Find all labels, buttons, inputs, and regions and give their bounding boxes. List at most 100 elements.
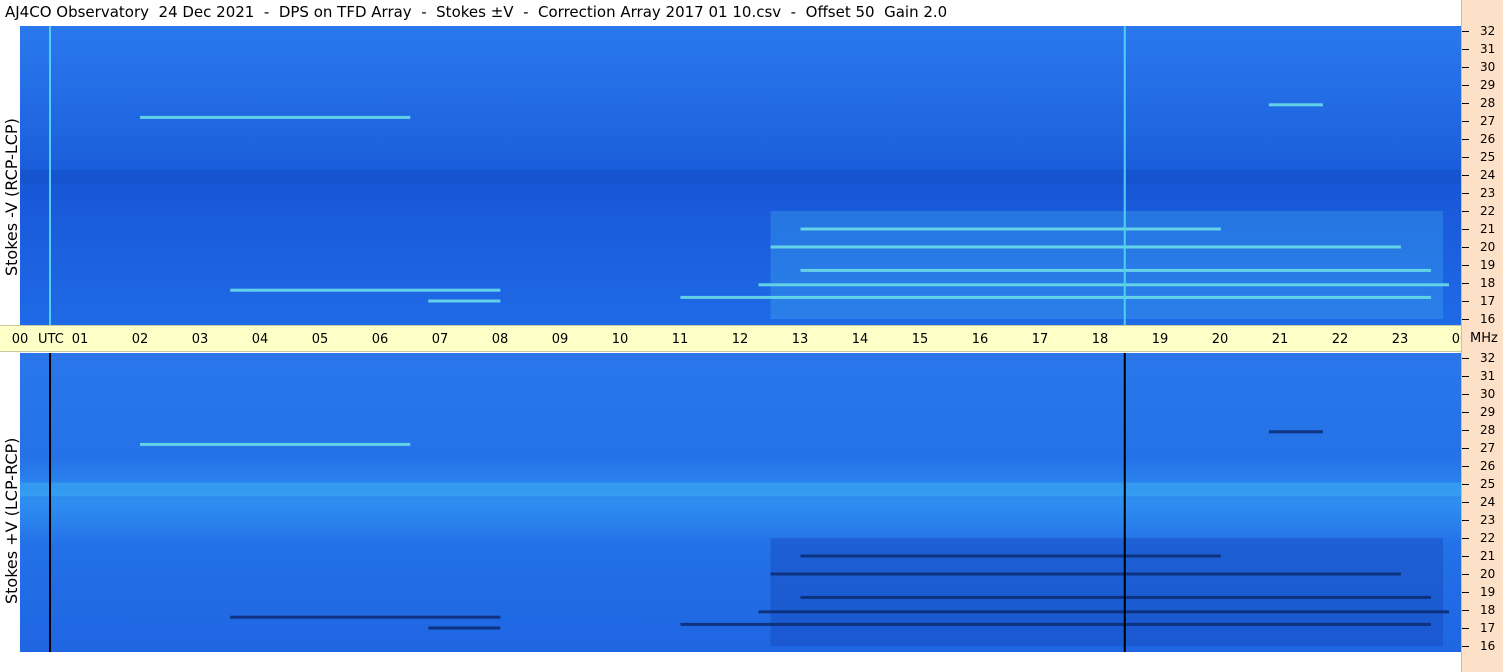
utc-time-axis: UTC 00 01 02 03 04 05 06 07 08 09 10 11 12 13 14 15 16 17… [0,325,1468,352]
emission-band [758,610,1449,614]
frequency-tick-label: 22 [1480,204,1496,218]
utc-hour-label: 18 [1091,332,1109,347]
frequency-tick-label: 17 [1480,621,1496,635]
utc-hour-label: 03 [191,332,209,347]
emission-band [140,115,411,119]
frequency-tick-label: 18 [1480,276,1496,290]
emission-band [800,227,1221,231]
frequency-tick-label: 24 [1480,495,1496,509]
utc-hour-label: 00 [11,332,29,347]
frequency-tick-label: 27 [1480,441,1496,455]
frequency-tick-label: 31 [1480,369,1496,383]
emission-band [758,283,1449,287]
spectrogram-bottom-svg [20,353,1461,652]
emission-band [20,169,1461,184]
utc-hour-label: 21 [1271,332,1289,347]
frequency-tick [1462,394,1469,395]
frequency-tick-label: 24 [1480,168,1496,182]
frequency-tick-label: 20 [1480,240,1496,254]
emission-band [428,626,501,630]
emission-band [230,615,501,619]
frequency-tick [1462,484,1469,485]
frequency-tick-label: 26 [1480,459,1496,473]
panel-label-top: Stokes -V (RCP-LCP) [2,118,21,276]
frequency-tick [1462,265,1469,266]
frequency-tick-label: 30 [1480,387,1496,401]
frequency-tick [1462,358,1469,359]
utc-hour-label: 10 [611,332,629,347]
frequency-tick [1462,319,1469,320]
chart-title: AJ4CO Observatory 24 Dec 2021 - DPS on T… [5,3,948,21]
utc-hour-label: 20 [1211,332,1229,347]
frequency-tick [1462,49,1469,50]
activity-region [770,211,1443,319]
spectrogram-panel-top [20,26,1461,325]
emission-band [770,572,1401,576]
frequency-tick-label: 25 [1480,477,1496,491]
utc-hour-label: 05 [311,332,329,347]
frequency-tick [1462,229,1469,230]
emission-band [1268,103,1323,107]
frequency-tick-label: 19 [1480,585,1496,599]
frequency-tick [1462,538,1469,539]
spectrogram-panel-bottom [20,353,1461,652]
frequency-tick-label: 23 [1480,186,1496,200]
frequency-tick [1462,574,1469,575]
frequency-tick [1462,466,1469,467]
utc-hour-label: 06 [371,332,389,347]
frequency-tick [1462,301,1469,302]
frequency-tick-label: 18 [1480,603,1496,617]
emission-band [800,554,1221,558]
emission-band [428,299,501,303]
emission-band [1268,430,1323,434]
frequency-tick-label: 16 [1480,639,1496,653]
frequency-tick [1462,175,1469,176]
utc-hour-label: 04 [251,332,269,347]
frequency-tick [1462,448,1469,449]
utc-hour-label: 08 [491,332,509,347]
utc-hour-label: 11 [671,332,689,347]
utc-hour-label: 12 [731,332,749,347]
frequency-tick-label: 29 [1480,78,1496,92]
frequency-tick-label: 21 [1480,549,1496,563]
utc-hour-label: 19 [1151,332,1169,347]
frequency-tick [1462,211,1469,212]
utc-hour-label: 09 [551,332,569,347]
activity-region [770,538,1443,646]
utc-hour-label: 02 [131,332,149,347]
frequency-tick [1462,520,1469,521]
frequency-tick [1462,502,1469,503]
frequency-tick-label: 23 [1480,513,1496,527]
emission-band [230,288,501,292]
frequency-tick [1462,247,1469,248]
frequency-tick-label: 16 [1480,312,1496,326]
frequency-tick-label: 28 [1480,96,1496,110]
utc-hour-label: 14 [851,332,869,347]
frequency-tick-label: 27 [1480,114,1496,128]
emission-band [800,268,1431,272]
utc-hour-label: 13 [791,332,809,347]
utc-hour-label: 17 [1031,332,1049,347]
frequency-tick [1462,430,1469,431]
emission-band [20,482,1461,497]
frequency-tick [1462,376,1469,377]
emission-band [680,295,1431,299]
frequency-tick-label: 25 [1480,150,1496,164]
emission-band [770,245,1401,249]
frequency-tick [1462,628,1469,629]
frequency-tick [1462,157,1469,158]
frequency-tick-label: 21 [1480,222,1496,236]
emission-band [800,595,1431,599]
spectrogram-top-svg [20,26,1461,325]
utc-hour-label: 15 [911,332,929,347]
frequency-tick [1462,193,1469,194]
frequency-tick [1462,412,1469,413]
frequency-tick-label: 32 [1480,351,1496,365]
frequency-tick-label: 29 [1480,405,1496,419]
frequency-tick [1462,67,1469,68]
frequency-tick-label: 30 [1480,60,1496,74]
utc-hour-label: 01 [71,332,89,347]
frequency-tick [1462,85,1469,86]
frequency-tick-label: 26 [1480,132,1496,146]
frequency-tick [1462,283,1469,284]
